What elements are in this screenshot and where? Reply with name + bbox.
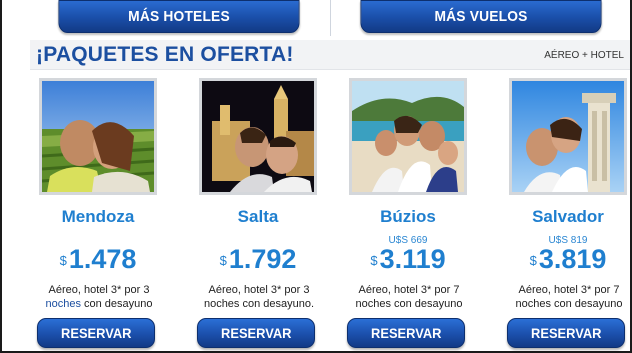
family-beach-photo[interactable] (349, 78, 467, 195)
offer-card-salta: Salta $1.792 Aéreo, hotel 3* por 3 noche… (194, 78, 344, 348)
reserve-button[interactable]: RESERVAR (197, 318, 315, 348)
city-name: Mendoza (61, 207, 135, 226)
city-name: Búzios (380, 207, 436, 226)
couple-cathedral-photo[interactable] (199, 78, 317, 195)
couple-vineyard-photo[interactable] (39, 78, 157, 195)
price: $3.819 (504, 244, 630, 275)
desc-highlight: noches (45, 298, 81, 310)
couple-elevator-photo[interactable] (509, 78, 627, 195)
price: $3.119 (344, 244, 472, 275)
reserve-button[interactable]: RESERVAR (507, 318, 625, 348)
desc-line-1: Aéreo, hotel 3* por 7 (518, 284, 620, 296)
price-amount: 1.478 (68, 244, 137, 274)
offer-card-salvador: Salvador U$S 819 $3.819 Aéreo, hotel 3* … (504, 78, 630, 348)
desc-line-2: con desayuno (80, 298, 153, 310)
currency-symbol: $ (59, 253, 67, 268)
price-amount: 3.119 (379, 244, 446, 274)
section-title: ¡PAQUETES EN OFERTA! (36, 43, 294, 67)
desc-line-1: Aéreo, hotel 3* por 3 (208, 284, 310, 296)
package-description: Aéreo, hotel 3* por 3 noches con desayun… (26, 283, 172, 311)
reserve-button-label: RESERVAR (60, 325, 132, 341)
currency-symbol: $ (219, 253, 227, 268)
price-amount: 1.792 (228, 244, 297, 274)
reserve-button[interactable]: RESERVAR (37, 318, 155, 348)
section-title-part1: ¡PAQUETES EN (36, 43, 201, 66)
reserve-button-label: RESERVAR (220, 325, 292, 341)
section-header: ¡PAQUETES EN OFERTA! AÉREO + HOTEL (30, 40, 630, 70)
reserve-button-label: RESERVAR (370, 325, 442, 341)
price: $1.792 (194, 244, 322, 275)
reserve-button-label: RESERVAR (530, 325, 602, 341)
price-amount: 3.819 (538, 244, 607, 274)
top-divider (330, 0, 331, 36)
desc-line-1: Aéreo, hotel 3* por 7 (358, 284, 460, 296)
offer-card-mendoza: Mendoza $1.478 Aéreo, hotel 3* por 3 noc… (34, 78, 184, 348)
price: $1.478 (34, 244, 162, 275)
currency-symbol: $ (529, 253, 537, 268)
city-name: Salta (237, 207, 279, 226)
package-description: Aéreo, hotel 3* por 7 noches con desayun… (496, 283, 630, 311)
desc-line-1: Aéreo, hotel 3* por 3 (48, 284, 150, 296)
offer-card-buzios: Búzios U$S 669 $3.119 Aéreo, hotel 3* po… (344, 78, 494, 348)
reserve-button[interactable]: RESERVAR (347, 318, 465, 348)
desc-line-2: noches con desayuno (515, 298, 623, 310)
package-description: Aéreo, hotel 3* por 3 noches con desayun… (186, 283, 332, 311)
section-title-part2: OFERTA! (200, 43, 294, 66)
package-description: Aéreo, hotel 3* por 7 noches con desayun… (336, 283, 482, 311)
more-flights-button[interactable]: MÁS VUELOS (360, 0, 602, 33)
offers-widget: MÁS HOTELES MÁS VUELOS ¡PAQUETES EN OFER… (0, 0, 632, 353)
desc-line-2: noches con desayuno. (203, 298, 315, 310)
section-tag: AÉREO + HOTEL (544, 50, 624, 61)
city-name: Salvador (532, 207, 604, 226)
more-hotels-button[interactable]: MÁS HOTELES (58, 0, 300, 33)
desc-line-2: noches con desayuno (355, 298, 463, 310)
currency-symbol: $ (370, 253, 378, 268)
